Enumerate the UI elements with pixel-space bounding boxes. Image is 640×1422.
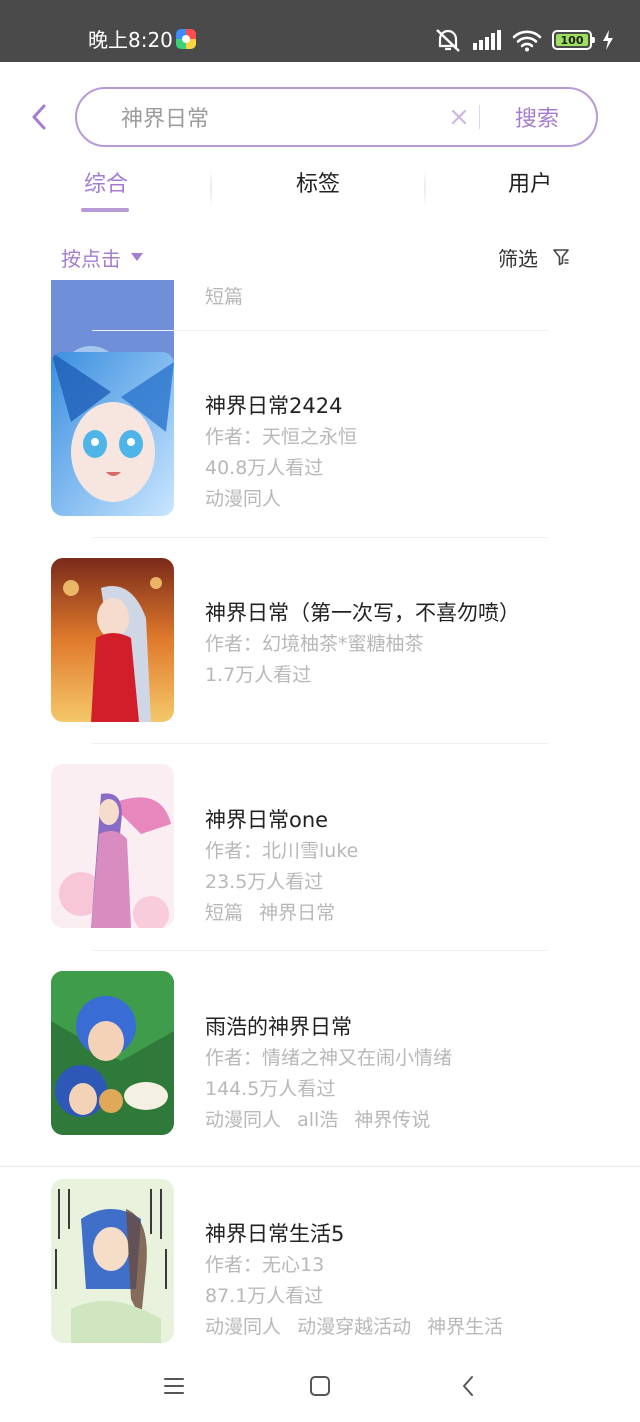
home-button[interactable]: [300, 1366, 340, 1406]
list-item[interactable]: 神界日常2424 作者：天恒之永恒 40.8万人看过 动漫同人: [0, 350, 640, 557]
app-icon: [176, 29, 196, 49]
wifi-icon: [512, 30, 542, 52]
list-item[interactable]: 神界日常one 作者：北川雪luke 23.5万人看过 短篇 神界日常: [0, 764, 640, 971]
tag: 动漫同人: [205, 488, 282, 510]
tag: 动漫同人: [205, 1109, 282, 1131]
cover-image: [51, 764, 174, 928]
cover-image: [51, 558, 174, 722]
tab-comprehensive[interactable]: 综合: [0, 160, 212, 204]
filter-button[interactable]: 筛选: [498, 242, 570, 272]
caret-down-icon: [131, 253, 143, 261]
item-tags: 动漫同人 all浩 神界传说: [205, 1105, 615, 1136]
back-button[interactable]: [22, 98, 56, 136]
charging-icon: [603, 30, 613, 50]
list-item-partial[interactable]: 短篇: [0, 280, 640, 400]
battery-icon: 100: [552, 30, 595, 50]
list-item[interactable]: 神界日常生活5 作者：无心13 87.1万人看过 动漫同人 动漫穿越活动 神界生…: [0, 1178, 640, 1346]
cover-image: [51, 971, 174, 1135]
list-divider: [92, 330, 548, 331]
close-icon: [451, 109, 467, 125]
item-views: 23.5万人看过: [205, 871, 324, 893]
tab-users[interactable]: 用户: [424, 160, 636, 204]
sort-dropdown[interactable]: 按点击: [61, 242, 143, 272]
item-author: 作者：无心13: [205, 1254, 325, 1276]
menu-icon: [164, 1378, 184, 1394]
item-info: 雨浩的神界日常 作者：情绪之神又在闹小情绪 144.5万人看过 动漫同人 all…: [205, 1011, 615, 1136]
cover-image: [51, 1179, 174, 1343]
item-title: 神界日常生活5: [205, 1222, 345, 1246]
item-views: 40.8万人看过: [205, 457, 324, 479]
item-tags: 短篇 神界日常: [205, 898, 615, 929]
tag: 神界生活: [427, 1316, 504, 1338]
system-nav-bar: [0, 1346, 640, 1422]
back-arrow-icon: [463, 1376, 473, 1396]
tag: 动漫同人: [205, 1316, 282, 1338]
item-author: 作者：幻境柚茶*蜜糖柚茶: [205, 633, 424, 655]
item-views: 1.7万人看过: [205, 664, 312, 686]
status-time: 晚上8:20: [88, 28, 173, 52]
cover-image: [51, 352, 174, 516]
tag: 动漫穿越活动: [297, 1316, 412, 1338]
item-info: 神界日常one 作者：北川雪luke 23.5万人看过 短篇 神界日常: [205, 804, 615, 929]
home-icon: [310, 1376, 330, 1396]
list-divider: [92, 537, 548, 538]
item-author: 作者：北川雪luke: [205, 840, 359, 862]
sort-label: 按点击: [61, 246, 121, 271]
status-icons: 100: [434, 26, 614, 54]
search-button[interactable]: 搜索: [487, 89, 587, 145]
item-title: 神界日常（第一次写，不喜勿喷）: [205, 601, 520, 625]
tag: 神界传说: [354, 1109, 431, 1131]
item-title: 神界日常2424: [205, 394, 343, 418]
item-tags: 短篇: [205, 282, 253, 313]
filter-icon: [553, 249, 569, 266]
item-title: 雨浩的神界日常: [205, 1015, 352, 1039]
tab-bar: 综合 标签 用户: [0, 160, 640, 216]
filter-label: 筛选: [498, 246, 538, 271]
search-box: 搜索: [75, 87, 598, 147]
mute-icon: [436, 29, 460, 52]
list-bottom-divider: [0, 1166, 640, 1167]
clear-button[interactable]: [445, 103, 473, 131]
system-back-button[interactable]: [448, 1366, 488, 1406]
item-views: 144.5万人看过: [205, 1078, 336, 1100]
item-info: 神界日常（第一次写，不喜勿喷） 作者：幻境柚茶*蜜糖柚茶 1.7万人看过: [205, 597, 615, 691]
tag: all浩: [297, 1109, 339, 1131]
item-info: 神界日常生活5 作者：无心13 87.1万人看过 动漫同人 动漫穿越活动 神界生…: [205, 1218, 615, 1343]
item-tags: 动漫同人: [205, 484, 615, 515]
item-info: 神界日常2424 作者：天恒之永恒 40.8万人看过 动漫同人: [205, 390, 615, 515]
item-title: 神界日常one: [205, 808, 329, 832]
tag: 短篇: [205, 902, 244, 924]
item-author: 作者：情绪之神又在闹小情绪: [205, 1047, 453, 1069]
tag: 神界日常: [259, 902, 336, 924]
result-list: 短篇 神界日常2424 作者：天恒之永恒 40.8万人看过 动漫同人 神界日常（…: [0, 280, 640, 1346]
list-item[interactable]: 雨浩的神界日常 作者：情绪之神又在闹小情绪 144.5万人看过 动漫同人 all…: [0, 971, 640, 1178]
status-bar: 晚上8:20 100: [0, 0, 640, 62]
item-views: 87.1万人看过: [205, 1285, 324, 1307]
tab-tags[interactable]: 标签: [212, 160, 424, 204]
tab-active-indicator: [81, 208, 129, 212]
list-divider: [92, 950, 548, 951]
search-input[interactable]: [121, 89, 441, 145]
signal-icon: [473, 30, 501, 50]
battery-level: 100: [556, 34, 588, 47]
menu-button[interactable]: [154, 1366, 194, 1406]
list-divider: [92, 743, 548, 744]
search-divider: [479, 105, 480, 129]
chevron-left-icon: [32, 104, 46, 130]
list-item[interactable]: 神界日常（第一次写，不喜勿喷） 作者：幻境柚茶*蜜糖柚茶 1.7万人看过: [0, 557, 640, 764]
tag: 短篇: [205, 286, 244, 308]
item-tags: 动漫同人 动漫穿越活动 神界生活: [205, 1312, 615, 1343]
item-author: 作者：天恒之永恒: [205, 426, 358, 448]
